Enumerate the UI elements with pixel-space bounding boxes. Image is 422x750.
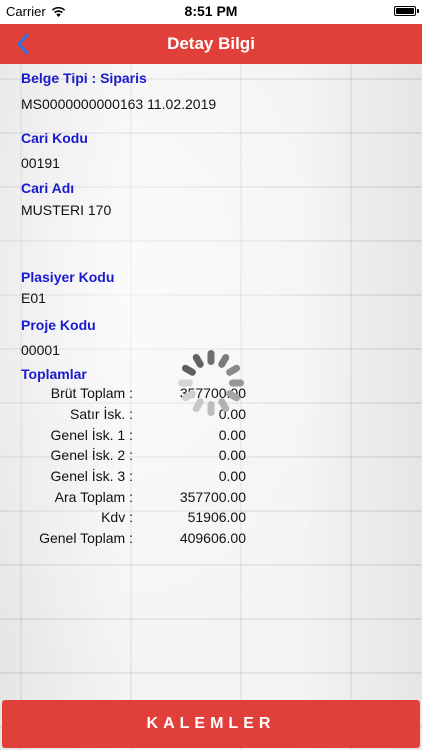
cari-adi-value: MUSTERI 170 [21,202,112,218]
total-value: 0.00 [218,427,246,443]
total-row: Genel İsk. 2 : 0.00 [21,447,261,467]
document-number-date: MS0000000000163 11.02.2019 [21,96,217,112]
nav-bar: Detay Bilgi [0,24,422,64]
total-row: Genel Toplam : 409606.00 [21,530,261,550]
total-label: Genel İsk. 3 : [50,468,133,484]
proje-kodu-label: Proje Kodu [21,317,96,333]
battery-icon [394,6,419,16]
total-label: Kdv : [101,509,133,525]
total-value: 357700.00 [179,489,246,505]
total-label: Satır İsk. : [69,406,133,422]
totals-heading: Toplamlar [21,366,87,382]
plasiyer-kodu-label: Plasiyer Kodu [21,269,115,285]
total-row: Ara Toplam : 357700.00 [21,489,261,509]
total-row: Kdv : 51906.00 [21,509,261,529]
total-value: 0.00 [218,468,246,484]
status-time: 8:51 PM [184,3,238,19]
total-label: Ara Toplam : [54,489,133,505]
total-row: Genel İsk. 1 : 0.00 [21,427,261,447]
cari-adi-label: Cari Adı [21,180,75,196]
document-type-label: Belge Tipi : Siparis [21,70,147,86]
plasiyer-kodu-value: E01 [21,290,46,306]
total-label: Brüt Toplam : [50,385,133,401]
total-label: Genel İsk. 1 : [50,427,133,443]
total-value: 0.00 [218,447,246,463]
total-label: Genel Toplam : [39,530,133,546]
cari-kodu-label: Cari Kodu [21,130,88,146]
status-bar: Carrier 8:51 PM [0,0,422,24]
total-row: Genel İsk. 3 : 0.00 [21,468,261,488]
page-title: Detay Bilgi [167,34,255,53]
cari-kodu-value: 00191 [21,155,60,171]
loading-spinner-icon [178,350,244,416]
proje-kodu-value: 00001 [21,342,60,358]
total-label: Genel İsk. 2 : [50,447,133,463]
total-value: 51906.00 [187,509,246,525]
total-value: 409606.00 [179,530,246,546]
kalemler-button[interactable]: KALEMLER [2,700,420,748]
